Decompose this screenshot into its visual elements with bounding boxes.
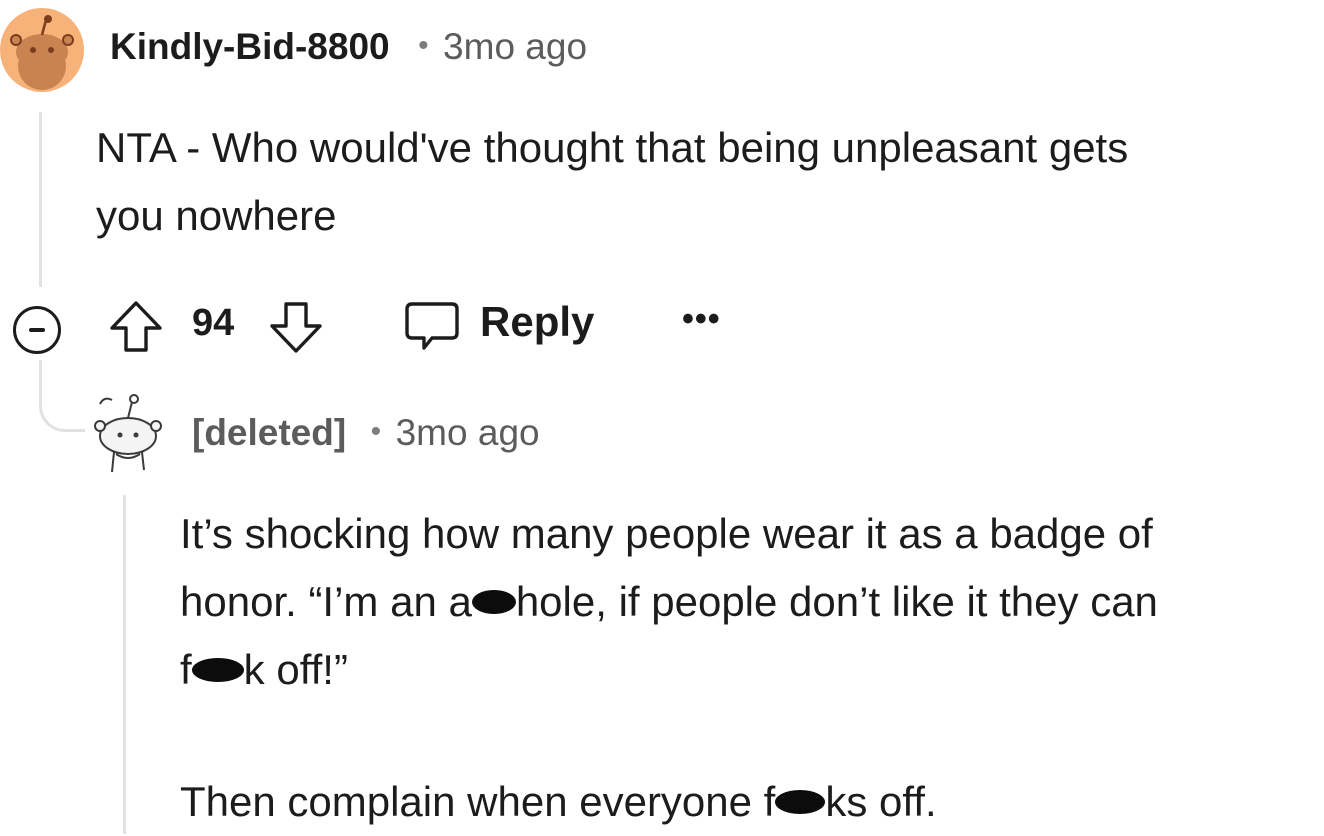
author-username[interactable]: Kindly-Bid-8800 — [110, 26, 390, 67]
reply-body: It’s shocking how many people wear it as… — [180, 500, 1158, 836]
censor-blot — [775, 789, 826, 814]
arrow-up-icon — [110, 301, 162, 352]
arrow-down-icon — [270, 302, 322, 353]
reply-text-segment: honor. “I’m an a — [180, 578, 472, 625]
vote-score: 94 — [192, 302, 235, 344]
comment-header: Kindly-Bid-8800 • 3mo ago — [110, 26, 587, 68]
thread-line-reply — [123, 495, 126, 834]
reply-button[interactable] — [404, 300, 460, 359]
thread-line-main — [39, 112, 42, 287]
more-options-button[interactable]: ••• — [682, 300, 721, 339]
comment-body: NTA - Who would've thought that being un… — [96, 114, 1128, 250]
avatar-deleted[interactable] — [90, 388, 168, 483]
snoo-avatar-icon — [10, 15, 74, 90]
collapse-thread-button[interactable] — [13, 306, 61, 354]
comment-body-line: NTA - Who would've thought that being un… — [96, 124, 1129, 171]
reply-timestamp[interactable]: 3mo ago — [396, 412, 540, 453]
reply-text-segment: ks off. — [825, 778, 937, 825]
censor-blot — [191, 657, 244, 682]
censor-blot — [471, 589, 516, 614]
meta-separator: • — [418, 29, 429, 62]
reply-text-segment: k off!” — [243, 646, 348, 693]
reply-body-line: It’s shocking how many people wear it as… — [180, 510, 1153, 557]
reply-body-line: f k off!” — [180, 636, 1158, 704]
reply-text-segment: Then complain when everyone f — [180, 778, 776, 825]
meta-separator: • — [370, 415, 382, 448]
reply-text-segment: hole, if people don’t like it they can — [515, 578, 1158, 625]
avatar[interactable] — [0, 8, 84, 92]
reply-text-segment: f — [180, 646, 192, 693]
comment-timestamp[interactable]: 3mo ago — [443, 26, 587, 67]
downvote-button[interactable] — [268, 300, 324, 359]
reply-header: [deleted] • 3mo ago — [192, 412, 540, 454]
snoo-outline-icon — [94, 394, 162, 473]
reply-body-line: honor. “I’m an a hole, if people don’t li… — [180, 568, 1158, 636]
speech-bubble-icon — [405, 302, 459, 350]
comment-body-line: you nowhere — [96, 192, 337, 239]
upvote-button[interactable] — [108, 300, 164, 359]
reply-author: [deleted] — [192, 412, 347, 453]
reply-body-line: Then complain when everyone f ks off. — [180, 768, 1158, 836]
thread-line-curve — [39, 360, 85, 432]
reply-body-spacer — [180, 704, 1158, 768]
reply-button-label[interactable]: Reply — [480, 298, 594, 346]
